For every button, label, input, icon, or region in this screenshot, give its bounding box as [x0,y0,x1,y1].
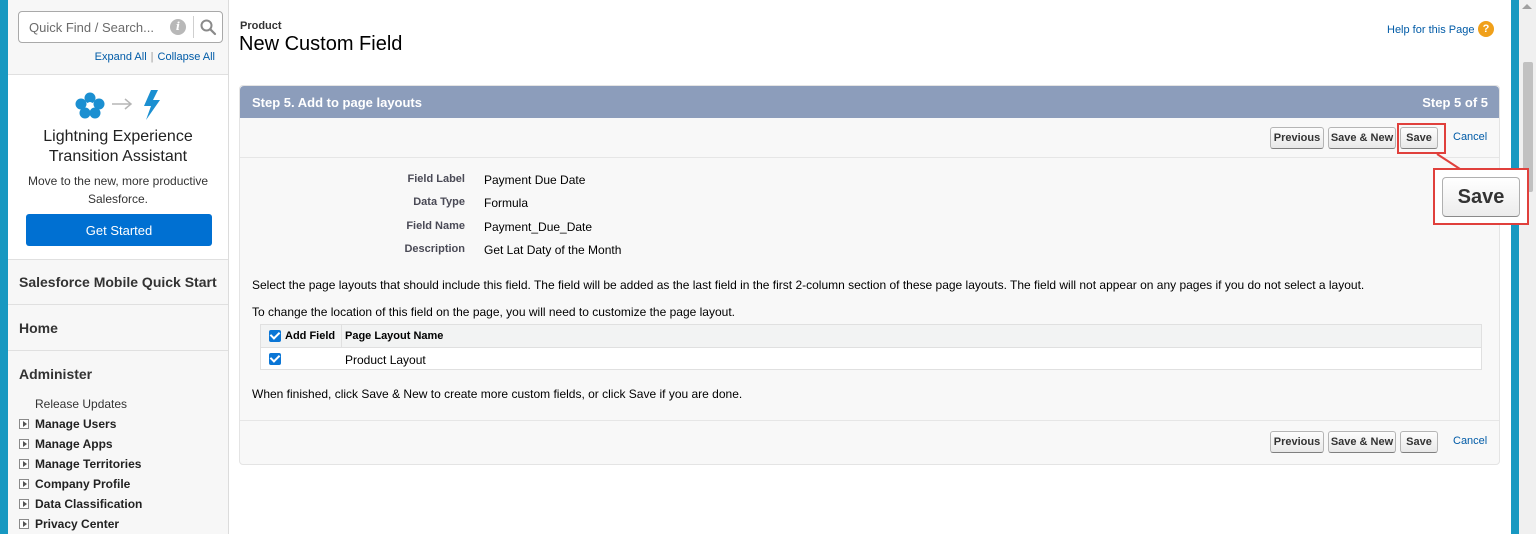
detail-value: Payment Due Date [484,173,586,187]
sidebar-section-administer[interactable]: Administer [8,351,228,397]
sidebar-item-manage-apps[interactable]: Manage Apps [8,434,228,454]
sidebar-item-label: Data Classification [35,497,143,511]
zoomed-save-callout: Save [1433,168,1529,225]
lex-title-line2: Transition Assistant [48,148,188,165]
lex-title-line1: Lightning Experience [43,128,193,145]
detail-label: Description [404,243,465,255]
expand-triangle-icon[interactable] [19,479,29,489]
help-for-this-page-link[interactable]: Help for this Page [1387,24,1474,36]
sidebar-item-privacy-center[interactable]: Privacy Center [8,514,228,534]
sidebar-item-release-updates[interactable]: Release Updates [8,394,228,414]
detail-value: Formula [484,196,529,210]
column-header-add-field: Add Field [285,330,336,342]
sidebar-item-label: Manage Territories [35,457,142,471]
quick-find-box: i [18,11,223,43]
collapse-all-link[interactable]: Collapse All [158,51,215,63]
table-header: Add Field Page Layout Name [261,325,1481,348]
page-title: New Custom Field [239,33,403,55]
expand-collapse-links: Expand All | Collapse All [8,51,215,63]
main-content: Product New Custom Field Help for this P… [229,0,1511,534]
detail-field-label: Field Label Payment Due Date [240,173,1499,193]
previous-button[interactable]: Previous [1270,431,1324,453]
expand-triangle-icon[interactable] [19,499,29,509]
column-header-page-layout-name: Page Layout Name [345,330,444,342]
step-title: Step 5. Add to page layouts [252,95,422,110]
lightning-transition-card: Lightning Experience Transition Assistan… [8,74,228,260]
detail-label: Data Type [413,196,465,208]
detail-value: Get Lat Daty of the Month [484,243,622,257]
detail-field-name: Field Name Payment_Due_Date [240,220,1499,240]
sidebar-item-label: Company Profile [35,477,131,491]
expand-triangle-icon[interactable] [19,519,29,529]
help-icon[interactable]: ? [1478,21,1494,37]
sidebar-item-company-profile[interactable]: Company Profile [8,474,228,494]
scroll-up-icon[interactable] [1522,4,1532,9]
object-breadcrumb: Product [240,20,282,32]
expand-triangle-icon[interactable] [19,439,29,449]
step-panel: Step 5. Add to page layouts Step 5 of 5 … [239,85,1500,465]
sidebar-item-manage-territories[interactable]: Manage Territories [8,454,228,474]
zoomed-save-button[interactable]: Save [1442,177,1520,217]
divider [240,157,1499,158]
detail-value: Payment_Due_Date [484,220,593,234]
search-divider [193,16,194,38]
column-divider [341,325,342,348]
add-field-checkbox[interactable] [269,353,281,365]
get-started-button[interactable]: Get Started [26,214,212,246]
save-highlight-box [1397,123,1446,154]
save-and-new-button[interactable]: Save & New [1328,127,1396,149]
lex-title: Lightning Experience Transition Assistan… [8,127,228,167]
cancel-link[interactable]: Cancel [1453,435,1487,447]
sidebar-section-home[interactable]: Home [8,305,228,351]
layout-instructions: Select the page layouts that should incl… [252,278,1365,292]
setup-sidebar: i Expand All| Collapse All Lightning Expe… [8,0,229,534]
top-button-row: Previous Save & New Save Cancel [1270,127,1500,151]
lex-desc-line2: Salesforce. [87,192,149,206]
expand-triangle-icon[interactable] [19,459,29,469]
sidebar-item-label: Manage Apps [35,437,113,451]
select-all-checkbox[interactable] [269,330,281,342]
sidebar-item-manage-users[interactable]: Manage Users [8,414,228,434]
detail-label: Field Name [406,220,465,232]
expand-all-link[interactable]: Expand All [95,51,147,63]
divider [240,420,1499,421]
save-and-new-button[interactable]: Save & New [1328,431,1396,453]
step-count: Step 5 of 5 [1422,95,1488,110]
previous-button[interactable]: Previous [1270,127,1324,149]
sidebar-item-data-classification[interactable]: Data Classification [8,494,228,514]
cancel-link[interactable]: Cancel [1453,131,1487,143]
lex-description: Move to the new, more productive Salesfo… [23,172,213,208]
page-layout-name: Product Layout [345,353,426,367]
sidebar-section-mobile-quick-start[interactable]: Salesforce Mobile Quick Start [8,259,228,305]
detail-description: Description Get Lat Daty of the Month [240,243,1499,263]
page-layout-table: Add Field Page Layout Name Product Layou… [260,324,1482,370]
detail-data-type: Data Type Formula [240,196,1499,216]
info-icon[interactable]: i [170,19,186,35]
search-icon[interactable] [199,18,217,36]
sidebar-item-label: Privacy Center [35,517,120,531]
sidebar-item-label: Manage Users [35,417,117,431]
customize-layout-note: To change the location of this field on … [252,305,735,319]
bottom-button-row: Previous Save & New Save Cancel [1270,431,1500,455]
link-separator: | [150,51,154,63]
step-header: Step 5. Add to page layouts Step 5 of 5 [240,86,1499,118]
quick-find-input[interactable] [19,12,169,42]
administer-items: Release Updates Manage Users Manage Apps… [8,394,228,534]
detail-label: Field Label [407,173,465,185]
expand-triangle-icon[interactable] [19,419,29,429]
save-button[interactable]: Save [1400,431,1438,453]
lex-desc-line1: Move to the new, more productive [27,174,209,188]
classic-to-lightning-icon [75,90,160,120]
finish-instructions: When finished, click Save & New to creat… [252,387,743,401]
